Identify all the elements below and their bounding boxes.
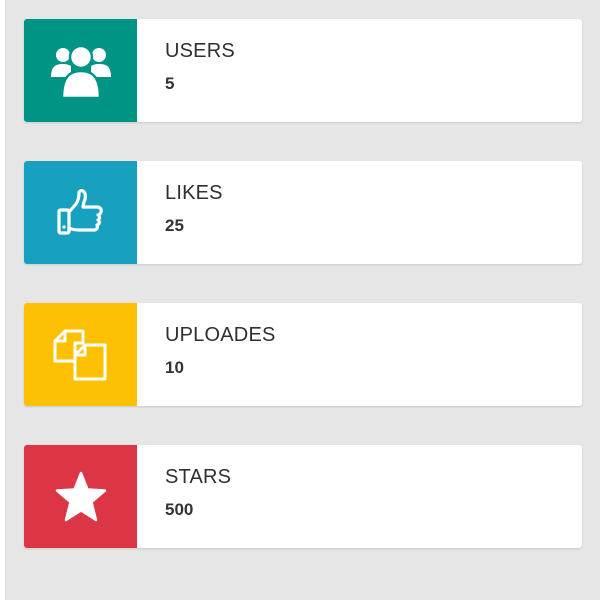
- stat-label: LIKES: [165, 182, 223, 204]
- stats-cards: USERS 5 LIKES 25 UPLOADES 10 STARS 500: [24, 19, 582, 548]
- stat-value: 10: [165, 358, 184, 377]
- stat-icon-box-users: [24, 19, 137, 122]
- stat-info-users: USERS 5: [137, 19, 235, 122]
- thumbs-up-icon: [56, 188, 106, 238]
- stat-card-uploades[interactable]: UPLOADES 10: [24, 303, 582, 406]
- star-icon: [54, 471, 108, 523]
- stat-card-likes[interactable]: LIKES 25: [24, 161, 582, 264]
- stat-icon-box-stars: [24, 445, 137, 548]
- users-icon: [50, 43, 112, 99]
- stat-info-stars: STARS 500: [137, 445, 231, 548]
- page: USERS 5 LIKES 25 UPLOADES 10 STARS 500: [0, 0, 600, 600]
- stat-info-uploades: UPLOADES 10: [137, 303, 276, 406]
- stat-icon-box-likes: [24, 161, 137, 264]
- files-icon: [53, 329, 109, 381]
- stat-label: USERS: [165, 40, 235, 62]
- stat-card-users[interactable]: USERS 5: [24, 19, 582, 122]
- stat-card-stars[interactable]: STARS 500: [24, 445, 582, 548]
- stat-value: 25: [165, 216, 184, 235]
- stat-label: STARS: [165, 466, 232, 488]
- stat-value: 5: [165, 74, 175, 93]
- stat-icon-box-uploades: [24, 303, 137, 406]
- stat-value: 500: [165, 500, 194, 519]
- stat-label: UPLOADES: [165, 324, 276, 346]
- stat-info-likes: LIKES 25: [137, 161, 223, 264]
